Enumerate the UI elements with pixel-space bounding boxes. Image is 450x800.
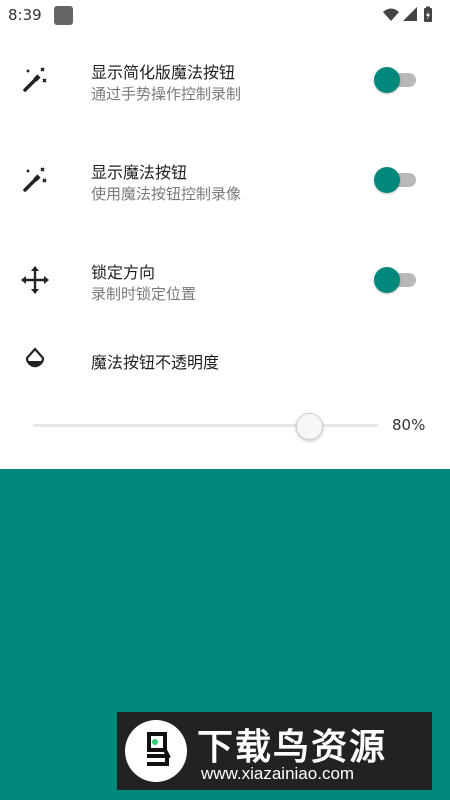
setting-row-magic-button[interactable]: 显示魔法按钮 使用魔法按钮控制录像 [0,155,450,215]
app-notification-icon [54,6,73,25]
setting-subtitle: 通过手势操作控制录制 [91,85,242,103]
setting-row-lock-orientation[interactable]: 锁定方向 录制时锁定位置 [0,255,450,315]
setting-title: 锁定方向 [91,263,156,282]
setting-row-simple-magic-button[interactable]: 显示简化版魔法按钮 通过手势操作控制录制 [0,55,450,115]
magic-wand-icon [23,167,47,192]
watermark-banner: 下载鸟资源 www.xiazainiao.com [117,712,432,790]
status-bar: 8:39 [0,0,450,30]
opacity-slider[interactable] [33,412,378,440]
watermark-url: www.xiazainiao.com [201,764,355,783]
wifi-icon [383,8,399,21]
opacity-value: 80% [392,416,426,434]
setting-title: 显示魔法按钮 [91,163,188,182]
setting-subtitle: 录制时锁定位置 [91,285,197,303]
status-time: 8:39 [8,6,42,24]
battery-icon [424,6,432,22]
lock-orientation-toggle[interactable] [374,265,416,295]
setting-subtitle: 使用魔法按钮控制录像 [91,185,242,203]
watermark-logo [125,720,187,782]
watermark-title: 下载鸟资源 [197,727,388,768]
magic-button-toggle[interactable] [374,165,416,195]
status-icons [383,6,432,22]
signal-icon [403,7,417,21]
setting-title: 显示简化版魔法按钮 [91,63,236,82]
magic-wand-icon [23,67,47,92]
slider-thumb[interactable] [296,413,323,440]
move-arrows-icon [21,266,49,294]
bird-logo-icon [147,732,171,766]
setting-row-opacity: 魔法按钮不透明度 [0,345,450,375]
simple-magic-button-toggle[interactable] [374,65,416,95]
toggle-thumb [374,167,400,193]
opacity-title: 魔法按钮不透明度 [91,353,220,372]
toggle-thumb [374,267,400,293]
toggle-thumb [374,67,400,93]
slider-rail [33,424,378,427]
opacity-drop-icon [25,347,45,368]
